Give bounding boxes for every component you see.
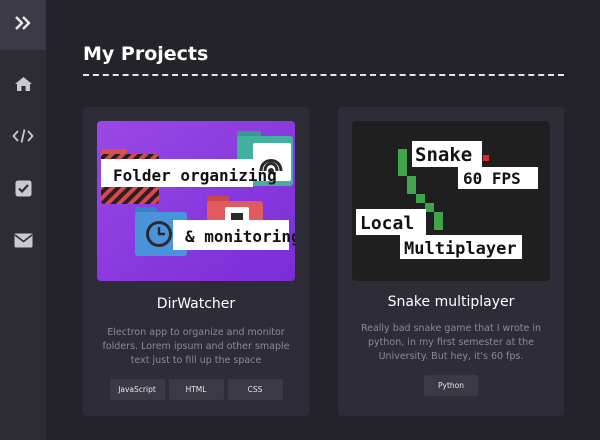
tag-python[interactable]: Python	[424, 375, 478, 396]
project-description: Really bad snake game that I wrote in py…	[360, 323, 542, 362]
sidebar-toggle-button[interactable]	[0, 0, 46, 50]
thumbnail-text-multiplayer: Multiplayer	[404, 239, 517, 259]
tag-html[interactable]: HTML	[168, 379, 224, 400]
thumbnail-text-fps: 60 FPS	[463, 169, 521, 188]
thumbnail-text-local: Local	[360, 213, 414, 234]
envelope-icon	[14, 233, 33, 252]
snake-food	[483, 155, 489, 161]
project-card-dirwatcher[interactable]: Folder organizing & monitoring DirWatche…	[83, 107, 309, 416]
tag-javascript[interactable]: JavaScript	[109, 379, 165, 400]
main-content: My Projects Folder organizing & monitori…	[46, 0, 600, 440]
thumbnail-text-monitoring: & monitoring	[185, 227, 295, 246]
project-tags: Python	[338, 375, 564, 396]
thumbnail-text-folder-organizing: Folder organizing	[113, 166, 277, 185]
double-chevron-right-icon	[14, 15, 32, 35]
home-icon	[14, 76, 33, 96]
title-divider	[83, 74, 564, 76]
page-title: My Projects	[83, 43, 209, 65]
project-description: Electron app to organize and monitor fol…	[102, 327, 290, 366]
sidebar-item-tasks[interactable]	[0, 164, 46, 216]
checkbox-icon	[15, 180, 32, 201]
tag-css[interactable]: CSS	[227, 379, 283, 400]
code-icon	[12, 128, 34, 148]
project-title: DirWatcher	[156, 296, 236, 312]
project-thumbnail: Snake 60 FPS Local Multiplayer	[352, 121, 550, 281]
project-card-snake[interactable]: Snake 60 FPS Local Multiplayer Snake mul…	[338, 107, 564, 416]
project-thumbnail: Folder organizing & monitoring	[97, 121, 295, 281]
sidebar-item-code[interactable]	[0, 112, 46, 164]
project-tags: JavaScript HTML CSS	[83, 379, 309, 400]
sidebar-item-home[interactable]	[0, 60, 46, 112]
thumbnail-text-snake: Snake	[415, 144, 472, 166]
sidebar	[0, 0, 46, 440]
project-title: Snake multiplayer	[387, 294, 515, 310]
sidebar-item-contact[interactable]	[0, 216, 46, 268]
